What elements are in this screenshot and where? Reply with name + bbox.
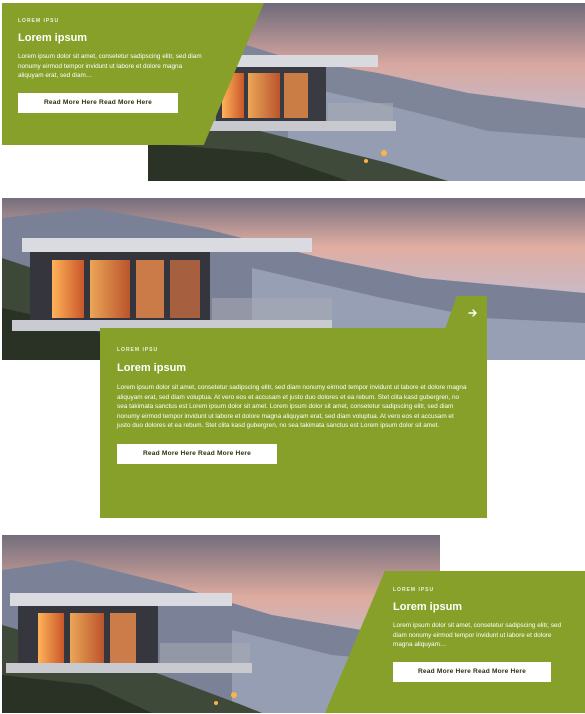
card-3-body: Lorem ipsum dolor sit amet, consetetur s…	[393, 622, 562, 649]
card-1-body: Lorem ipsum dolor sit amet, consetetur s…	[18, 53, 202, 80]
card-2-eyebrow: LOREM IPSU	[117, 347, 159, 353]
card-2-title: Lorem ipsum	[117, 362, 187, 374]
arrow-right-icon	[468, 308, 477, 317]
card-3-eyebrow: LOREM IPSU	[393, 587, 435, 593]
card-2-text-panel: LOREM IPSU Lorem ipsum Lorem ipsum dolor…	[100, 328, 487, 518]
card-2-read-more-button[interactable]: Read More Here Read More Here	[117, 443, 277, 464]
card-1-title: Lorem ipsum	[18, 32, 88, 44]
card-3-title: Lorem ipsum	[393, 601, 463, 613]
card-1-read-more-button[interactable]: Read More Here Read More Here	[18, 92, 178, 113]
card-1-eyebrow: LOREM IPSU	[18, 18, 60, 24]
card-3-read-more-button[interactable]: Read More Here Read More Here	[393, 661, 551, 682]
card-2-body: Lorem ipsum dolor sit amet, consetetur s…	[117, 384, 467, 430]
